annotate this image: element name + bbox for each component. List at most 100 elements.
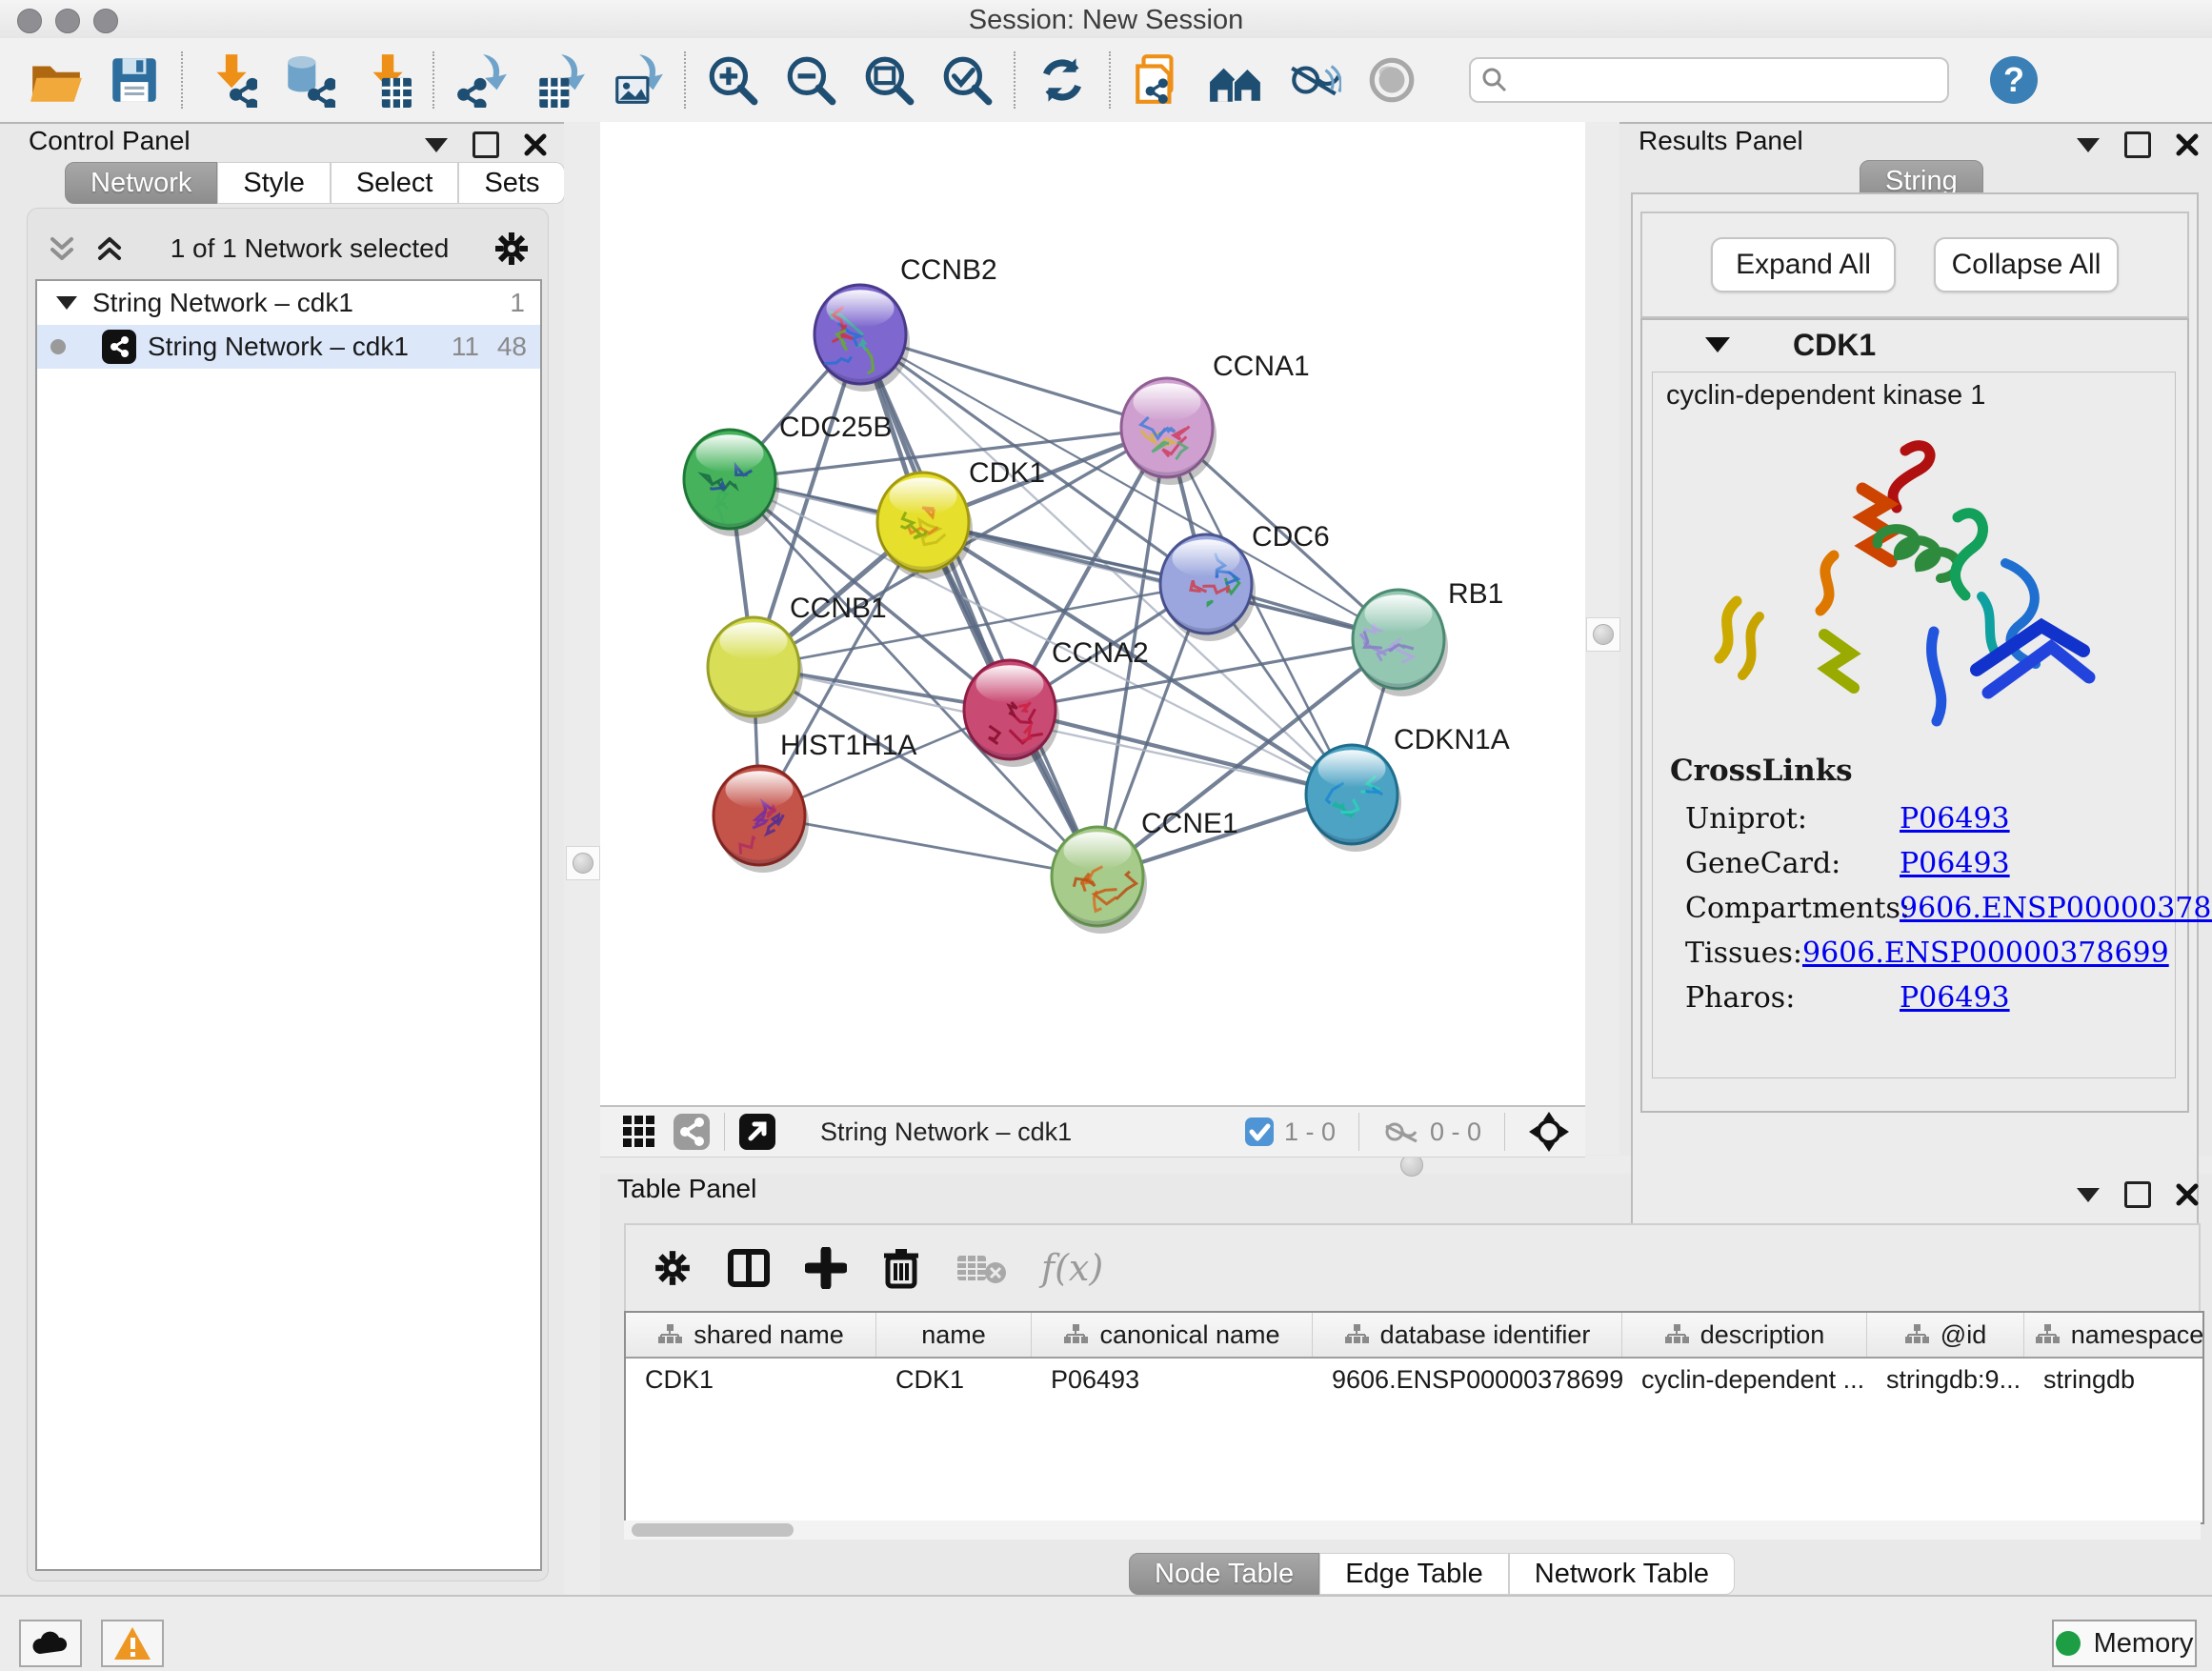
node-ccne1[interactable]: [1052, 827, 1147, 934]
node-ccnb2[interactable]: [814, 285, 910, 392]
node-hist1h1a[interactable]: [714, 766, 809, 873]
zoom-out-button[interactable]: [781, 50, 840, 110]
table-scrollbar-thumb[interactable]: [632, 1523, 794, 1537]
table-panel-menu-icon[interactable]: [2077, 1188, 2100, 1202]
zoom-selected-button[interactable]: [937, 50, 996, 110]
tab-network[interactable]: Network: [65, 162, 217, 204]
tab-edge-table[interactable]: Edge Table: [1319, 1553, 1509, 1595]
network-graph[interactable]: CCNB2CCNA1CDC25BCDK1CDC6RB1CCNB1CCNA2CDK…: [600, 122, 1585, 1105]
delete-column-trash-icon[interactable]: [881, 1246, 921, 1290]
cloud-status-button[interactable]: [19, 1620, 82, 1667]
cell[interactable]: P06493: [1032, 1365, 1313, 1395]
table-horizontal-scrollbar[interactable]: [624, 1520, 2201, 1540]
tab-node-table[interactable]: Node Table: [1129, 1553, 1319, 1595]
zoom-fit-button[interactable]: [859, 50, 918, 110]
search-input[interactable]: [1518, 62, 1947, 98]
table-panel-float-icon[interactable]: [2124, 1181, 2151, 1208]
tab-style[interactable]: Style: [217, 162, 330, 204]
search-box[interactable]: [1469, 57, 1949, 103]
control-panel-close-icon[interactable]: [524, 133, 547, 156]
crosslink-link[interactable]: 9606.ENSP00000378699: [1900, 892, 2212, 925]
column-header-canonical-name[interactable]: canonical name: [1032, 1313, 1313, 1357]
cell[interactable]: stringdb:9...: [1867, 1365, 2024, 1395]
export-image-button[interactable]: [608, 50, 667, 110]
cell[interactable]: stringdb: [2024, 1365, 2204, 1395]
column-header-description[interactable]: description: [1622, 1313, 1867, 1357]
left-splitter-handle[interactable]: [566, 846, 600, 880]
tab-select[interactable]: Select: [331, 162, 459, 204]
table-row[interactable]: CDK1CDK1P064939606.ENSP00000378699cyclin…: [626, 1359, 2202, 1400]
detach-view-icon[interactable]: [738, 1113, 776, 1151]
expand-all-button[interactable]: Expand All: [1711, 237, 1896, 292]
node-ccnb1[interactable]: [708, 617, 803, 724]
tab-sets[interactable]: Sets: [458, 162, 565, 204]
collapse-all-button[interactable]: Collapse All: [1934, 237, 2119, 292]
node-ccna1[interactable]: [1121, 378, 1217, 485]
column-header-shared-name[interactable]: shared name: [626, 1313, 876, 1357]
zoom-in-button[interactable]: [703, 50, 762, 110]
export-network-button[interactable]: [452, 50, 511, 110]
memory-button[interactable]: Memory: [2052, 1620, 2197, 1667]
node-cdc6[interactable]: [1160, 534, 1256, 641]
node-cdc25b[interactable]: [684, 430, 779, 536]
right-splitter[interactable]: [1585, 122, 1619, 1155]
left-splitter[interactable]: [564, 122, 600, 1595]
update-network-button[interactable]: [1033, 50, 1092, 110]
column-type-icon: [1344, 1323, 1369, 1346]
column-header--id[interactable]: @id: [1867, 1313, 2024, 1357]
node-cdk1[interactable]: [877, 473, 973, 579]
node-rb1[interactable]: [1353, 590, 1448, 696]
tab-network-table[interactable]: Network Table: [1509, 1553, 1735, 1595]
string-protein-query-button[interactable]: [1206, 50, 1265, 110]
network-collection-row[interactable]: String Network – cdk1 1: [37, 281, 540, 325]
column-header-namespace[interactable]: namespace: [2024, 1313, 2204, 1357]
collection-expand-icon[interactable]: [56, 296, 77, 310]
show-columns-icon[interactable]: [727, 1246, 771, 1290]
import-network-database-button[interactable]: [278, 50, 337, 110]
clone-network-button[interactable]: [1128, 50, 1187, 110]
crosslink-label: GeneCard:: [1685, 847, 1900, 880]
column-header-name[interactable]: name: [876, 1313, 1032, 1357]
main-toolbar: ?: [0, 38, 2212, 124]
toolbar-separator: [432, 51, 434, 109]
birdseye-grid-icon[interactable]: [621, 1114, 657, 1150]
results-panel-close-icon[interactable]: [2176, 133, 2199, 156]
cell[interactable]: cyclin-dependent ...: [1622, 1365, 1867, 1395]
control-panel-menu-icon[interactable]: [425, 138, 448, 152]
cell[interactable]: CDK1: [876, 1365, 1032, 1395]
network-view-canvas[interactable]: CCNB2CCNA1CDC25BCDK1CDC6RB1CCNB1CCNA2CDK…: [600, 122, 1585, 1105]
open-session-button[interactable]: [27, 50, 86, 110]
table-panel-close-icon[interactable]: [2176, 1183, 2199, 1206]
crosslink-link[interactable]: P06493: [1900, 981, 2010, 1015]
hide-selected-button[interactable]: [1284, 50, 1343, 110]
table-settings-gear-icon[interactable]: [653, 1248, 693, 1288]
crosslink-link[interactable]: P06493: [1900, 847, 2010, 880]
control-panel-float-icon[interactable]: [473, 131, 499, 158]
node-ccna2[interactable]: [964, 660, 1059, 767]
node-table[interactable]: shared namenamecanonical namedatabase id…: [624, 1311, 2204, 1524]
network-overview-toggle-icon[interactable]: [673, 1113, 711, 1151]
warning-status-button[interactable]: [101, 1620, 164, 1667]
show-all-button[interactable]: [1362, 50, 1421, 110]
cell[interactable]: CDK1: [626, 1365, 876, 1395]
column-header-database-identifier[interactable]: database identifier: [1313, 1313, 1622, 1357]
node-cdkn1a[interactable]: [1306, 745, 1401, 852]
import-network-file-button[interactable]: [200, 50, 259, 110]
crosslink-link[interactable]: P06493: [1900, 802, 2010, 836]
crosslink-link[interactable]: 9606.ENSP00000378699: [1802, 936, 2169, 970]
save-session-button[interactable]: [105, 50, 164, 110]
right-splitter-handle[interactable]: [1586, 617, 1620, 652]
network-options-gear-icon[interactable]: [493, 230, 531, 268]
collapse-all-networks-icon[interactable]: [45, 232, 79, 266]
results-panel-menu-icon[interactable]: [2077, 138, 2100, 152]
network-row[interactable]: String Network – cdk1 11 48: [37, 325, 540, 369]
import-table-file-button[interactable]: [356, 50, 415, 110]
cell[interactable]: 9606.ENSP00000378699: [1313, 1365, 1622, 1395]
results-panel-float-icon[interactable]: [2124, 131, 2151, 158]
fit-selected-crosshair-icon[interactable]: [1528, 1111, 1570, 1153]
expand-all-networks-icon[interactable]: [92, 232, 127, 266]
export-table-button[interactable]: [530, 50, 589, 110]
help-button[interactable]: ?: [1987, 53, 2041, 107]
create-column-plus-icon[interactable]: [805, 1247, 847, 1289]
gene-section-collapse-icon[interactable]: [1705, 337, 1730, 352]
